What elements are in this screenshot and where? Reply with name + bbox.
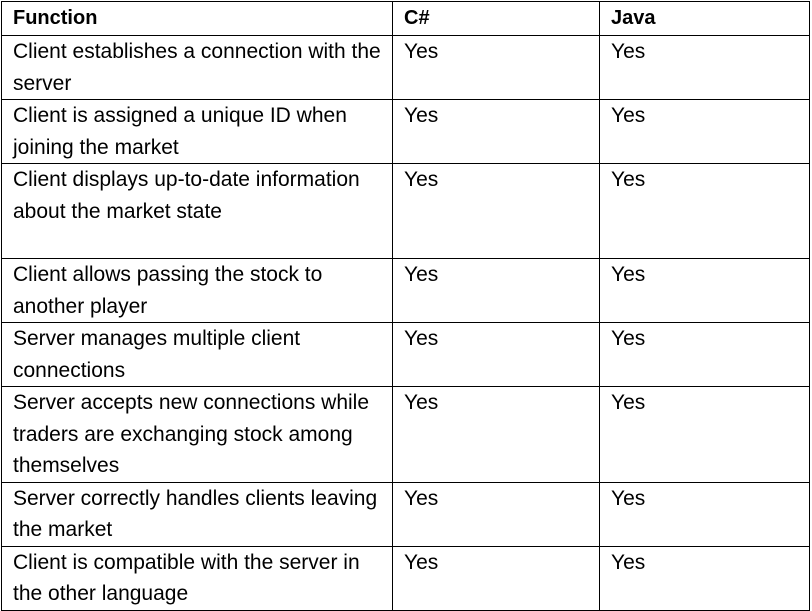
table-row: Server correctly handles clients leaving… <box>1 481 810 547</box>
csharp-cell: Yes <box>392 481 600 547</box>
feature-comparison-table: Function C# Java Client establishes a co… <box>1 1 810 611</box>
table-row: Client establishes a connection with the… <box>1 35 810 100</box>
function-cell: Client is assigned a unique ID when join… <box>1 99 393 164</box>
table-row: Client allows passing the stock to anoth… <box>1 258 810 323</box>
java-cell: Yes <box>599 258 810 323</box>
table-row: Client is compatible with the server in … <box>1 545 810 611</box>
csharp-cell: Yes <box>392 258 600 323</box>
function-cell: Client allows passing the stock to anoth… <box>1 258 393 323</box>
function-cell: Client establishes a connection with the… <box>1 35 393 100</box>
java-cell: Yes <box>599 545 810 611</box>
function-cell: Server correctly handles clients leaving… <box>1 481 393 547</box>
function-cell: Server manages multiple client connectio… <box>1 322 393 387</box>
csharp-cell: Yes <box>392 35 600 100</box>
table-row: Client is assigned a unique ID when join… <box>1 99 810 164</box>
csharp-cell: Yes <box>392 386 600 483</box>
table-row: Server accepts new connections while tra… <box>1 386 810 483</box>
table-row: Server manages multiple client connectio… <box>1 322 810 387</box>
header-function: Function <box>1 1 393 36</box>
table-row: Client displays up-to-date information a… <box>1 163 810 259</box>
function-cell: Client is compatible with the server in … <box>1 545 393 611</box>
header-row: Function C# Java <box>1 1 810 36</box>
csharp-cell: Yes <box>392 163 600 259</box>
java-cell: Yes <box>599 99 810 164</box>
csharp-cell: Yes <box>392 322 600 387</box>
java-cell: Yes <box>599 163 810 259</box>
header-csharp: C# <box>392 1 600 36</box>
header-java: Java <box>599 1 810 36</box>
function-cell: Client displays up-to-date information a… <box>1 163 393 259</box>
java-cell: Yes <box>599 322 810 387</box>
function-cell: Server accepts new connections while tra… <box>1 386 393 483</box>
java-cell: Yes <box>599 481 810 547</box>
java-cell: Yes <box>599 35 810 100</box>
csharp-cell: Yes <box>392 545 600 611</box>
csharp-cell: Yes <box>392 99 600 164</box>
java-cell: Yes <box>599 386 810 483</box>
